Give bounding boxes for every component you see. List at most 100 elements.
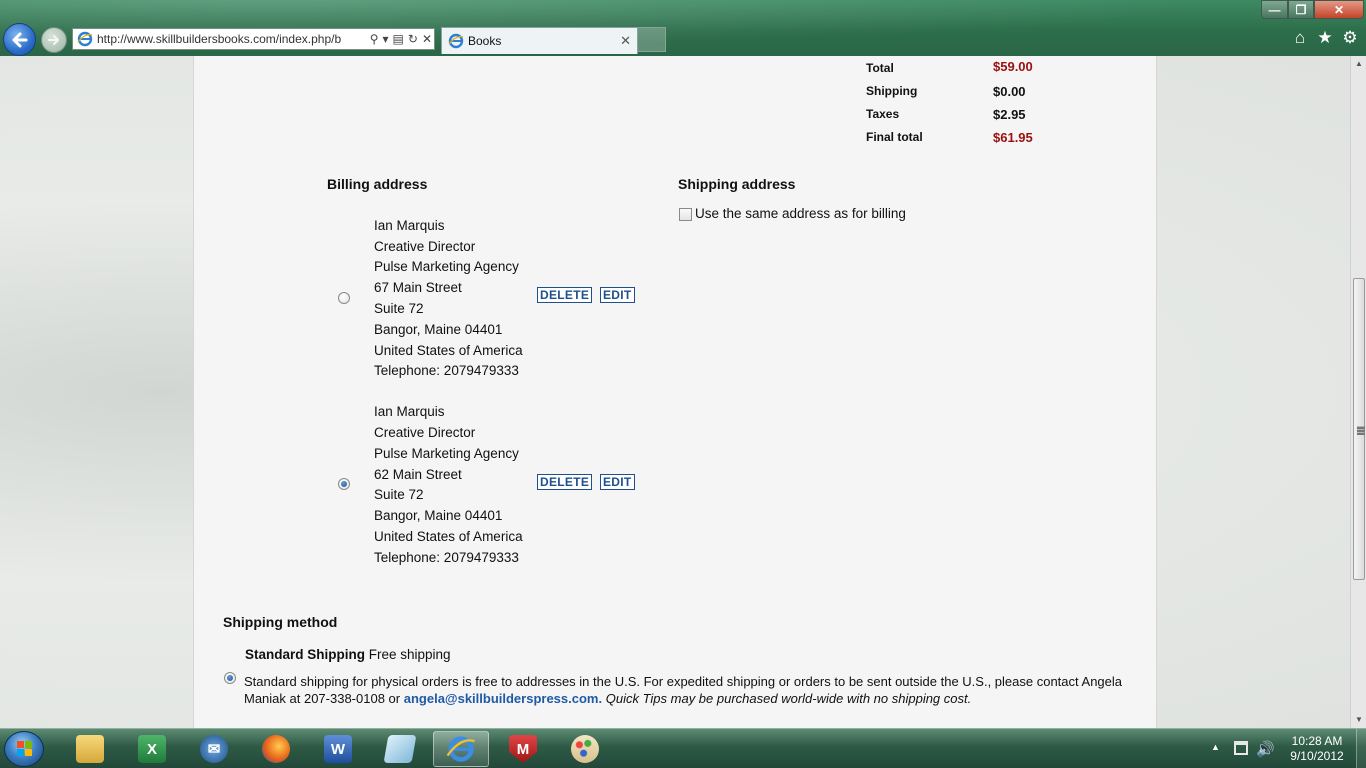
minimize-button[interactable]: —: [1261, 0, 1288, 19]
shipping-option-price: Free shipping: [368, 647, 451, 662]
folder-icon: [76, 735, 104, 763]
address-telephone: Telephone: 2079479333: [374, 363, 519, 378]
edit-address-button[interactable]: EDIT: [600, 474, 635, 490]
windows-logo-icon: [17, 741, 33, 757]
delete-address-button[interactable]: DELETE: [537, 287, 593, 303]
shipping-note: Quick Tips may be purchased world-wide w…: [605, 691, 972, 706]
shipping-method-heading: Shipping method: [223, 614, 338, 630]
new-tab-button[interactable]: [638, 27, 666, 52]
edit-address-button[interactable]: EDIT: [600, 287, 635, 303]
shipping-address-heading: Shipping address: [678, 176, 796, 192]
compatibility-view-icon[interactable]: ▤: [393, 32, 404, 46]
refresh-icon[interactable]: ↻: [408, 32, 418, 46]
address-company: Pulse Marketing Agency: [374, 446, 519, 461]
taskbar-app-notepad[interactable]: [372, 731, 428, 767]
page-viewport: Total $59.00 Shipping $0.00 Taxes $2.95 …: [0, 56, 1350, 728]
tray-expand-icon[interactable]: ▲: [1211, 742, 1220, 752]
taskbar-app-mcafee[interactable]: M: [495, 731, 551, 767]
search-icon[interactable]: ⚲: [370, 32, 379, 46]
totals-value: $0.00: [993, 84, 1026, 99]
address-city: Bangor, Maine 04401: [374, 322, 503, 337]
address-title: Creative Director: [374, 239, 476, 254]
address-street: 62 Main Street: [374, 467, 462, 482]
close-button[interactable]: ✕: [1314, 0, 1364, 19]
address-company: Pulse Marketing Agency: [374, 259, 519, 274]
taskbar-app-internet-explorer[interactable]: [433, 731, 489, 767]
forward-button[interactable]: [41, 27, 67, 53]
totals-value: $61.95: [993, 130, 1033, 145]
stop-icon[interactable]: ✕: [422, 32, 432, 46]
taskbar-app-thunderbird[interactable]: ✉: [186, 731, 242, 767]
address-name: Ian Marquis: [374, 404, 445, 419]
address-bar[interactable]: http://www.skillbuildersbooks.com/index.…: [72, 28, 435, 50]
address-country: United States of America: [374, 529, 523, 544]
address-city: Bangor, Maine 04401: [374, 508, 503, 523]
vertical-scrollbar[interactable]: ▲ ▬ ▬ ▬ ▼: [1350, 56, 1366, 728]
totals-label: Taxes: [866, 107, 900, 121]
window-controls: — ❐ ✕: [1261, 0, 1364, 19]
tab-close-icon[interactable]: ✕: [620, 33, 631, 49]
totals-label: Final total: [866, 130, 923, 144]
gear-icon[interactable]: ⚙: [1340, 28, 1360, 48]
billing-address-heading: Billing address: [327, 176, 428, 192]
favorites-star-icon[interactable]: ★: [1315, 28, 1335, 48]
start-button[interactable]: [4, 731, 44, 767]
address-title: Creative Director: [374, 425, 476, 440]
url-text[interactable]: http://www.skillbuildersbooks.com/index.…: [97, 32, 368, 46]
checkout-content: Total $59.00 Shipping $0.00 Taxes $2.95 …: [193, 56, 1157, 728]
same-as-billing-checkbox[interactable]: [679, 208, 692, 221]
taskbar: X ✉ W M ▲ 🔊 10:28 AM 9/10/2012: [0, 728, 1366, 768]
totals-row-taxes: Taxes $2.95: [866, 107, 1166, 123]
address-country: United States of America: [374, 343, 523, 358]
address-street: 67 Main Street: [374, 280, 462, 295]
forward-arrow-icon: [48, 35, 59, 45]
tab-label: Books: [468, 34, 502, 48]
dropdown-icon[interactable]: ▾: [383, 32, 389, 46]
home-icon[interactable]: ⌂: [1290, 28, 1310, 48]
internet-explorer-icon: [446, 736, 475, 762]
taskbar-app-excel[interactable]: X: [124, 731, 180, 767]
totals-row-final-total: Final total $61.95: [866, 130, 1166, 146]
address-telephone: Telephone: 2079479333: [374, 550, 519, 565]
taskbar-app-firefox[interactable]: [248, 731, 304, 767]
scroll-thumb[interactable]: ▬ ▬ ▬: [1353, 278, 1365, 580]
billing-address-radio[interactable]: [338, 478, 350, 490]
taskbar-app-word[interactable]: W: [310, 731, 366, 767]
delete-address-button[interactable]: DELETE: [537, 474, 593, 490]
tab-books[interactable]: Books ✕: [441, 27, 638, 54]
contact-email-link[interactable]: angela@skillbuilderspress.com.: [404, 691, 602, 706]
browser-chrome: http://www.skillbuildersbooks.com/index.…: [0, 0, 1366, 56]
shipping-method-description: Standard shipping for physical orders is…: [244, 673, 1144, 707]
ie-page-icon: [77, 31, 93, 47]
billing-address-radio[interactable]: [338, 292, 350, 304]
firefox-icon: [262, 735, 290, 763]
shipping-option-name: Standard Shipping: [245, 647, 365, 662]
totals-value: $59.00: [993, 59, 1033, 74]
network-icon[interactable]: [1234, 741, 1248, 755]
clock-time: 10:28 AM: [1291, 734, 1343, 748]
scroll-down-arrow-icon[interactable]: ▼: [1351, 712, 1366, 728]
totals-value: $2.95: [993, 107, 1026, 122]
totals-label: Shipping: [866, 84, 918, 98]
show-desktop-button[interactable]: [1356, 729, 1366, 768]
back-button[interactable]: [3, 23, 36, 56]
notepad-icon: [383, 735, 417, 763]
volume-icon[interactable]: 🔊: [1256, 740, 1275, 758]
clock-date: 9/10/2012: [1290, 749, 1344, 763]
excel-icon: X: [138, 735, 166, 763]
scroll-up-arrow-icon[interactable]: ▲: [1351, 56, 1366, 72]
address-suite: Suite 72: [374, 301, 424, 316]
ie-tab-icon: [448, 33, 464, 49]
scroll-grip-icon: ▬ ▬ ▬: [1357, 422, 1365, 437]
word-icon: W: [324, 735, 352, 763]
taskbar-clock[interactable]: 10:28 AM 9/10/2012: [1282, 734, 1352, 764]
totals-row-total: Total $59.00: [866, 59, 1166, 75]
taskbar-app-windows-explorer[interactable]: [62, 731, 118, 767]
mcafee-shield-icon: M: [509, 735, 537, 763]
paint-palette-icon: [571, 735, 599, 763]
maximize-button[interactable]: ❐: [1288, 0, 1314, 19]
back-arrow-icon: [12, 32, 27, 47]
shipping-method-radio[interactable]: [224, 672, 236, 684]
totals-label: Total: [866, 61, 894, 75]
taskbar-app-paint[interactable]: [557, 731, 613, 767]
